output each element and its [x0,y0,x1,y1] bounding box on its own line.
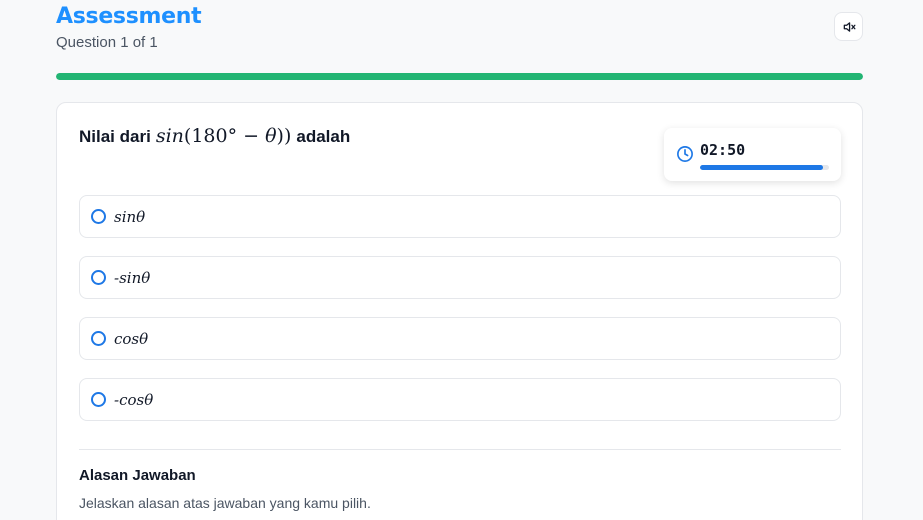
question-card: Nilai dari sin(180° − θ)) adalah 02:50 s… [56,102,863,520]
answer-option-2[interactable]: -sinθ [79,256,841,299]
option-label: -sinθ [114,268,151,287]
page-title: Assessment [56,4,202,29]
radio-button[interactable] [91,209,106,224]
answer-option-4[interactable]: -cosθ [79,378,841,421]
speaker-muted-icon [843,21,855,32]
radio-button[interactable] [91,270,106,285]
radio-button[interactable] [91,392,106,407]
option-label: cosθ [114,329,149,348]
answer-options: sinθ -sinθ cosθ -cosθ [79,195,841,439]
reason-helper-text: Jelaskan alasan atas jawaban yang kamu p… [79,495,371,511]
radio-button[interactable] [91,331,106,346]
question-prefix: Nilai dari [79,127,151,146]
timer-progress-fill [700,165,823,170]
section-divider [79,449,841,450]
question-counter: Question 1 of 1 [56,34,158,51]
answer-option-1[interactable]: sinθ [79,195,841,238]
quiz-progress-bar [56,73,863,80]
reason-heading: Alasan Jawaban [79,467,196,484]
timer-progress-bar [700,165,829,170]
clock-icon [677,146,693,162]
answer-option-3[interactable]: cosθ [79,317,841,360]
page-header: Assessment Question 1 of 1 [56,4,863,60]
option-label: -cosθ [114,390,154,409]
countdown-timer: 02:50 [664,128,841,181]
question-suffix: adalah [296,127,351,146]
mute-button[interactable] [834,12,863,41]
quiz-progress-fill [56,73,863,80]
option-label: sinθ [114,207,146,226]
question-text: Nilai dari sin(180° − θ)) adalah [79,125,350,147]
question-math: sin(180° − θ)) [155,125,292,147]
timer-text: 02:50 [700,141,746,159]
